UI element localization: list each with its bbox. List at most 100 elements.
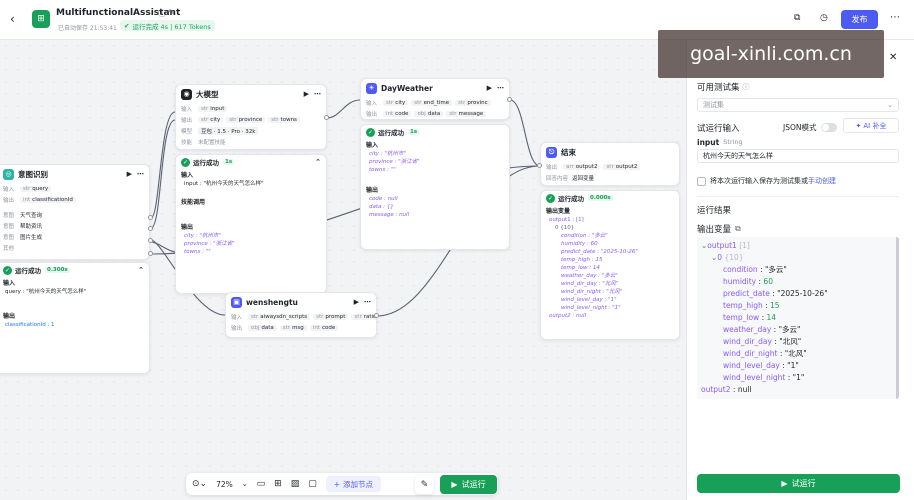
output-port[interactable] (507, 97, 512, 102)
weather-output-label: 输出 (366, 111, 378, 118)
back-icon[interactable]: ‹ (10, 12, 15, 26)
intent-option-label: 其他 (3, 245, 15, 252)
llm-model-label: 模型 (181, 128, 193, 135)
end-result-line: 0 {10} (555, 225, 575, 231)
add-node-button[interactable]: + 添加节点 (325, 476, 382, 492)
llm-result-skill-label: 技能调用 (181, 199, 206, 206)
output-port[interactable] (324, 115, 329, 120)
end-result-line: wind_level_night : "1" (561, 305, 621, 311)
divider (697, 196, 899, 197)
output-var-label: 输出变量 (697, 225, 732, 235)
trial-input-label: 试运行输入 (697, 124, 740, 134)
comment-icon[interactable]: ▭ (257, 479, 266, 489)
json-mode-label: JSON模式 (783, 123, 817, 132)
grid-icon[interactable]: ⊞ (274, 479, 282, 489)
edit-icon[interactable]: ✎ (168, 8, 175, 17)
output-port[interactable] (374, 313, 379, 318)
weather-result-input-label: 输入 (366, 142, 379, 149)
tree-field-separator: : (777, 349, 785, 358)
output-port[interactable] (148, 226, 153, 231)
result-tree: ⌄output1 [1] ⌄0 {10} condition : "多云" hum… (697, 237, 899, 399)
tree-value-output2: null (737, 385, 752, 394)
tree-field-value: "多云" (764, 265, 787, 274)
end-result-line: temp_high : 15 (561, 257, 603, 263)
pointer-mode-icon[interactable]: ⊙⌄ (192, 479, 207, 489)
weather-result-status: 运行成功 (378, 129, 404, 137)
wenshengtu-output-tag: int code (309, 324, 339, 331)
history-icon[interactable]: ◷ (820, 13, 828, 23)
test-set-placeholder: 测试集 (703, 101, 724, 109)
collapse-icon[interactable]: ⌃ (138, 266, 144, 274)
intent-node[interactable]: ◎ 意图识别 ▶ ⋯ 输入 str query 输出 int classificationI… (0, 164, 150, 260)
end-result-line: condition : "多云" (561, 233, 608, 239)
weather-node[interactable]: ☀ DayWeather ▶ ⋯ 输入 str city str end_time str pr… (360, 78, 510, 120)
copy-icon[interactable]: ⧉ (735, 224, 741, 234)
weather-node-icon: ☀ (366, 82, 377, 94)
frame-icon[interactable]: ▢ (308, 479, 317, 489)
manual-create-link[interactable]: 手动创建 (808, 176, 836, 186)
tree-field-value: "北风" (784, 349, 807, 358)
node-more-icon[interactable]: ⋯ (137, 170, 144, 178)
info-icon[interactable]: ⓘ (158, 8, 166, 19)
help-icon[interactable]: ⓘ (743, 82, 750, 92)
llm-skill-value: 未配置技能 (198, 139, 226, 146)
wenshengtu-output-label: 输出 (231, 325, 243, 332)
output-port[interactable] (148, 251, 153, 256)
run-node-icon[interactable]: ▶ (487, 84, 492, 92)
wenshengtu-output-tag: obj data (248, 324, 277, 331)
chevron-down-icon[interactable]: ⌄ (242, 480, 248, 488)
trial-run-panel: ✕ 可用测试集 ⓘ 测试集 ⌄ 试运行输入 JSON模式 ✦ AI 补全 input S… (686, 40, 914, 500)
intent-result-time: 0.300s (45, 267, 70, 273)
end-result-panel: ✓ 运行成功 0.000s 输出变量 output1 : [1] 0 {10} co… (540, 190, 680, 340)
node-more-icon[interactable]: ⋯ (314, 90, 321, 98)
success-icon: ✓ (181, 157, 190, 167)
tree-field-separator: : (757, 265, 765, 274)
node-more-icon[interactable]: ⋯ (364, 298, 371, 306)
image-icon[interactable]: ▨ (291, 479, 300, 489)
save-checkbox[interactable] (697, 176, 706, 186)
run-node-icon[interactable]: ▶ (127, 170, 132, 178)
output-port[interactable] (148, 238, 153, 243)
run-node-icon[interactable]: ▶ (304, 90, 309, 98)
panel-run-button[interactable]: ▶ 试运行 (697, 474, 900, 493)
tree-field-key: wind_dir_day (723, 337, 772, 346)
workflow-canvas[interactable]: ◎ 意图识别 ▶ ⋯ 输入 str query 输出 int classificationI… (0, 40, 686, 500)
end-node[interactable]: ⎋ 结束 输出 arr output2 str output2 回答内容 返回变量 (540, 142, 680, 186)
copy-icon[interactable]: ⧉ (794, 13, 800, 23)
zoom-level[interactable]: 72% (216, 480, 233, 489)
json-mode-toggle[interactable] (820, 123, 837, 132)
tree-field-key: weather_day (723, 325, 772, 334)
input-port[interactable] (537, 163, 542, 168)
tree-fields: condition : "多云" humidity : 60 predict_dat… (701, 264, 892, 384)
wenshengtu-node[interactable]: ▣ wenshengtu ▶ ⋯ 输入 str aiwaysdn_scripts str p… (225, 292, 377, 338)
intent-result-output: classificationId : 1 (5, 322, 55, 328)
success-icon: ✓ (3, 265, 12, 275)
tree-field-separator: : (785, 373, 793, 382)
publish-button[interactable]: 发布 (841, 10, 878, 29)
tree-field-key: predict_date (723, 289, 770, 298)
tree-field-key: wind_level_night (723, 373, 786, 382)
wenshengtu-node-title: wenshengtu (246, 297, 298, 307)
tree-field-value: "1" (787, 361, 799, 370)
ai-fill-button[interactable]: ✦ AI 补全 (843, 118, 899, 133)
intent-output-tag: int classificationId (20, 196, 76, 203)
run-node-icon[interactable]: ▶ (354, 298, 359, 306)
more-icon[interactable]: ⋯ (890, 12, 900, 23)
weather-node-title: DayWeather (381, 83, 433, 93)
llm-node[interactable]: ◉ 大模型 ▶ ⋯ 输入 str input 输出 str city str province s… (175, 84, 327, 150)
end-result-line: output1 : [1] (549, 217, 584, 223)
llm-input-tag: str input (198, 105, 228, 112)
test-set-select[interactable]: 测试集 ⌄ (697, 98, 899, 112)
output-port[interactable] (148, 215, 153, 220)
end-result-line: humidity : 60 (561, 241, 598, 247)
run-result-label: 运行结果 (697, 206, 732, 216)
tree-field-row: humidity : 60 (701, 276, 892, 288)
close-icon[interactable]: ✕ (889, 52, 897, 63)
node-more-icon[interactable]: ⋯ (497, 84, 504, 92)
end-answer-value: 返回变量 (572, 175, 595, 182)
wrench-button[interactable]: ✎ (415, 475, 434, 494)
toolbar-run-button[interactable]: ▶ 试运行 (440, 475, 497, 494)
input-field[interactable]: 杭州今天的天气怎么样 (697, 149, 899, 163)
intent-option: 帮助资讯 (20, 223, 43, 230)
collapse-icon[interactable]: ⌃ (315, 158, 321, 166)
